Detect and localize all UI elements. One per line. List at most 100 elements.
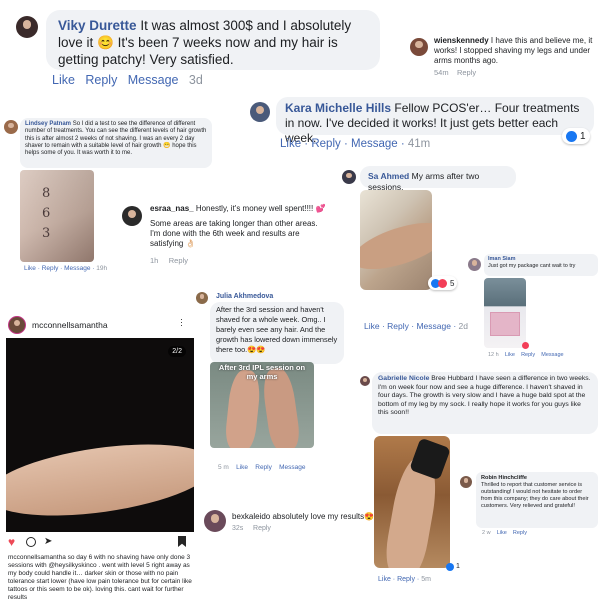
comment-bubble: After the 3rd session and haven't shaved… bbox=[210, 302, 344, 364]
commenter-name[interactable]: Robin Hinchcliffe bbox=[481, 475, 593, 482]
message-link[interactable]: Message bbox=[128, 73, 179, 87]
like-link[interactable]: Like bbox=[24, 265, 36, 272]
commenter-name[interactable]: Gabrielle Nicole bbox=[378, 375, 429, 382]
comment-meta: 54m Reply bbox=[434, 68, 476, 77]
like-link[interactable]: Like bbox=[236, 464, 248, 471]
comment-bubble: Sa Ahmed My arms after two sessions. bbox=[360, 166, 516, 192]
avatar[interactable] bbox=[360, 376, 370, 386]
more-options-icon[interactable]: · · · bbox=[180, 315, 184, 330]
comment-body: esraa_nas_ Honestly, it's money well spe… bbox=[150, 204, 330, 249]
arm-shape bbox=[360, 213, 432, 279]
post-username[interactable]: mcconnellsamantha bbox=[32, 320, 108, 330]
comment-actions: Like Reply Message 3d bbox=[52, 73, 203, 87]
comment-icon[interactable] bbox=[26, 537, 36, 547]
avatar[interactable] bbox=[4, 120, 18, 134]
comment-bubble: Iman Siam Just got my package cant wait … bbox=[484, 254, 598, 276]
message-link[interactable]: Message bbox=[541, 352, 563, 358]
commenter-name[interactable]: Sa Ahmed bbox=[368, 171, 409, 181]
caption-username[interactable]: mcconnellsamantha bbox=[8, 554, 66, 561]
timestamp: 41m bbox=[407, 138, 431, 150]
reply-link[interactable]: Reply bbox=[521, 352, 535, 358]
ink-marks: 863 bbox=[42, 186, 51, 241]
leg-photo[interactable]: 2/2 bbox=[6, 338, 194, 532]
like-reaction-icon bbox=[446, 563, 454, 571]
timestamp: 19h bbox=[96, 265, 108, 272]
comment-actions: Like · Reply · Message · 2d bbox=[364, 321, 468, 331]
reply-link[interactable]: Reply bbox=[85, 73, 117, 87]
comment-body: bexkaleido absolutely love my results😍 bbox=[232, 512, 380, 522]
package-photo[interactable] bbox=[484, 278, 526, 348]
avatar[interactable] bbox=[460, 476, 472, 488]
like-reaction-icon bbox=[566, 130, 577, 142]
commenter-name[interactable]: Viky Durette bbox=[58, 18, 137, 33]
avatar[interactable] bbox=[8, 316, 26, 334]
comment-text: absolutely love my results😍 bbox=[272, 512, 375, 521]
arm-photo[interactable] bbox=[360, 190, 432, 290]
comment-viky-durette: Viky Durette It was almost 300$ and I ab… bbox=[0, 0, 390, 92]
commenter-name[interactable]: Julia Akhmedova bbox=[216, 293, 273, 300]
reply-link[interactable]: Reply bbox=[169, 256, 188, 265]
commenter-name[interactable]: bexkaleido bbox=[232, 512, 270, 521]
heart-icon[interactable]: ♥ bbox=[8, 536, 15, 548]
comment-text: Just got my package cant wait to try bbox=[488, 263, 576, 269]
message-link[interactable]: Message bbox=[279, 464, 305, 471]
avatar[interactable] bbox=[410, 38, 428, 56]
post-action-icons: ♥ ➤ bbox=[8, 536, 188, 550]
like-link[interactable]: Like bbox=[505, 352, 515, 358]
comment-text-line-2: Some areas are taking longer than other … bbox=[150, 219, 318, 248]
commenter-name[interactable]: esraa_nas_ bbox=[150, 204, 194, 213]
reaction-number: 1 bbox=[580, 130, 586, 142]
instagram-post-mcconnellsamantha: mcconnellsamantha · · · 2/2 ♥ ➤ mcconnells… bbox=[0, 310, 194, 600]
reaction-number: 5 bbox=[450, 278, 455, 288]
avatar[interactable] bbox=[16, 16, 38, 38]
comment-actions: 12 h Like Reply Message bbox=[488, 352, 564, 358]
commenter-name[interactable]: Iman Siam bbox=[488, 256, 594, 263]
reply-link[interactable]: Reply bbox=[311, 138, 340, 150]
reply-link[interactable]: Reply bbox=[42, 265, 59, 272]
arms-photo[interactable]: After 3rd IPL session on my arms bbox=[210, 362, 314, 448]
avatar[interactable] bbox=[122, 206, 142, 226]
like-link[interactable]: Like bbox=[52, 73, 75, 87]
commenter-name[interactable]: wienskennedy bbox=[434, 36, 489, 45]
avatar[interactable] bbox=[204, 510, 226, 532]
comment-robin-hinchcliffe: Robin Hinchcliffe Thrilled to report tha… bbox=[456, 470, 600, 542]
comment-actions: Like · Reply · Message · 41m bbox=[280, 138, 431, 150]
image-counter: 2/2 bbox=[168, 346, 186, 357]
commenter-name[interactable]: Kara Michelle Hills bbox=[285, 101, 391, 115]
like-link[interactable]: Like bbox=[378, 576, 391, 583]
comment-meta: 1h Reply bbox=[150, 256, 188, 265]
commenter-name[interactable]: Lindsey Patnam bbox=[25, 121, 71, 127]
bookmark-icon[interactable] bbox=[178, 536, 186, 547]
reply-link[interactable]: Reply bbox=[387, 321, 409, 331]
avatar[interactable] bbox=[250, 102, 270, 122]
comment-actions: Like · Reply · Message · 19h bbox=[24, 265, 108, 272]
avatar[interactable] bbox=[468, 258, 481, 271]
reply-link[interactable]: Reply bbox=[255, 464, 272, 471]
reaction-count[interactable]: 5 bbox=[428, 276, 458, 290]
leg-photo[interactable] bbox=[374, 436, 450, 568]
avatar[interactable] bbox=[196, 292, 208, 304]
timestamp: 32s bbox=[232, 525, 244, 532]
like-link[interactable]: Like bbox=[364, 321, 380, 331]
message-link[interactable]: Message bbox=[351, 138, 398, 150]
like-link[interactable]: Like bbox=[497, 530, 507, 536]
reply-link[interactable]: Reply bbox=[513, 530, 527, 536]
comment-wienskennedy: wienskennedy I have this and believe me,… bbox=[400, 28, 600, 83]
love-reaction-icon bbox=[438, 278, 447, 288]
post-caption: mcconnellsamantha so day 6 with no shavi… bbox=[8, 554, 192, 600]
timestamp: 12 h bbox=[488, 352, 499, 358]
like-link[interactable]: Like bbox=[280, 138, 301, 150]
share-icon[interactable]: ➤ bbox=[44, 536, 52, 548]
love-reaction-icon bbox=[522, 342, 529, 349]
timestamp: 54m bbox=[434, 68, 449, 77]
avatar[interactable] bbox=[342, 170, 356, 184]
leg-comparison-photo[interactable]: 863 bbox=[20, 170, 94, 262]
reply-link[interactable]: Reply bbox=[397, 576, 415, 583]
reaction-count[interactable]: 1 bbox=[562, 128, 590, 144]
reply-link[interactable]: Reply bbox=[253, 525, 271, 532]
message-link[interactable]: Message bbox=[64, 265, 90, 272]
message-link[interactable]: Message bbox=[416, 321, 451, 331]
comment-actions: 2 w Like Reply bbox=[482, 530, 527, 536]
reply-link[interactable]: Reply bbox=[457, 68, 476, 77]
timestamp: 3d bbox=[188, 73, 203, 87]
